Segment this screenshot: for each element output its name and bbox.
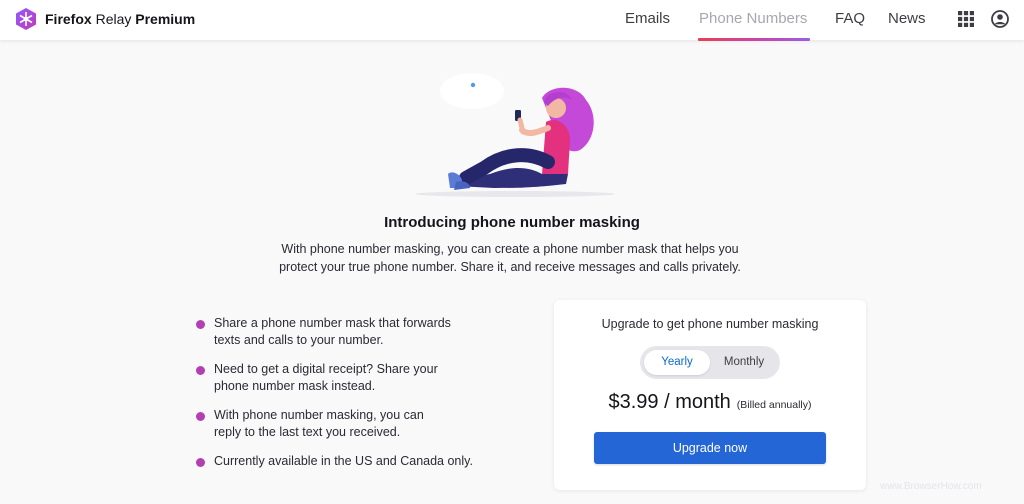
nav-emails[interactable]: Emails bbox=[625, 10, 670, 27]
feature-line: Share a phone number mask that forwards bbox=[214, 316, 451, 330]
page-title: Introducing phone number masking bbox=[384, 214, 640, 231]
feature-line: Need to get a digital receipt? Share you… bbox=[214, 362, 438, 376]
brand-relay: Relay bbox=[95, 11, 132, 27]
watermark-text: www.BrowserHow.com bbox=[880, 481, 982, 492]
toggle-monthly[interactable]: Monthly bbox=[712, 350, 776, 375]
billing-period-toggle: Yearly Monthly bbox=[640, 346, 780, 379]
intro-description: With phone number masking, you can creat… bbox=[250, 240, 770, 276]
brand-firefox: Firefox bbox=[45, 11, 92, 27]
feature-line: phone number mask instead. bbox=[214, 379, 376, 393]
account-icon[interactable] bbox=[991, 10, 1009, 28]
price-row: $3.99 / month (Billed annually) bbox=[554, 391, 866, 414]
upgrade-now-button[interactable]: Upgrade now bbox=[594, 432, 826, 464]
feature-line: Currently available in the US and Canada… bbox=[214, 454, 473, 468]
feature-item: Share a phone number mask that forwards … bbox=[196, 315, 496, 349]
active-tab-indicator bbox=[698, 38, 810, 41]
nav-news[interactable]: News bbox=[888, 10, 926, 27]
billing-note: (Billed annually) bbox=[736, 399, 812, 411]
toggle-yearly[interactable]: Yearly bbox=[644, 350, 710, 375]
brand-name: Firefox Relay Premium bbox=[45, 11, 195, 27]
feature-line: texts and calls to your number. bbox=[214, 333, 384, 347]
nav-phone-numbers[interactable]: Phone Numbers bbox=[699, 10, 807, 27]
bullet-dot-icon bbox=[196, 458, 205, 467]
relay-logo-icon bbox=[16, 8, 36, 30]
feature-line: With phone number masking, you can bbox=[214, 408, 424, 422]
bullet-dot-icon bbox=[196, 320, 205, 329]
feature-item: With phone number masking, you can reply… bbox=[196, 407, 496, 441]
card-title: Upgrade to get phone number masking bbox=[601, 317, 819, 331]
person-with-phone-illustration bbox=[415, 73, 615, 197]
feature-item: Need to get a digital receipt? Share you… bbox=[196, 361, 496, 395]
upgrade-card: Upgrade to get phone number masking Year… bbox=[554, 300, 866, 490]
bullet-dot-icon bbox=[196, 412, 205, 421]
brand-premium: Premium bbox=[135, 11, 196, 27]
brand-logo-link[interactable]: Firefox Relay Premium bbox=[14, 7, 195, 31]
bullet-dot-icon bbox=[196, 366, 205, 375]
apps-grid-icon[interactable] bbox=[957, 10, 975, 28]
intro-line-1: With phone number masking, you can creat… bbox=[281, 242, 739, 256]
top-header: Firefox Relay Premium Emails Phone Numbe… bbox=[0, 0, 1024, 41]
speech-bubble-icon bbox=[440, 73, 504, 109]
nav-faq[interactable]: FAQ bbox=[835, 10, 865, 27]
feature-line: reply to the last text you received. bbox=[214, 425, 401, 439]
intro-line-2: protect your true phone number. Share it… bbox=[279, 260, 741, 274]
feature-item: Currently available in the US and Canada… bbox=[196, 453, 516, 470]
price-amount: $3.99 / month bbox=[608, 391, 731, 413]
